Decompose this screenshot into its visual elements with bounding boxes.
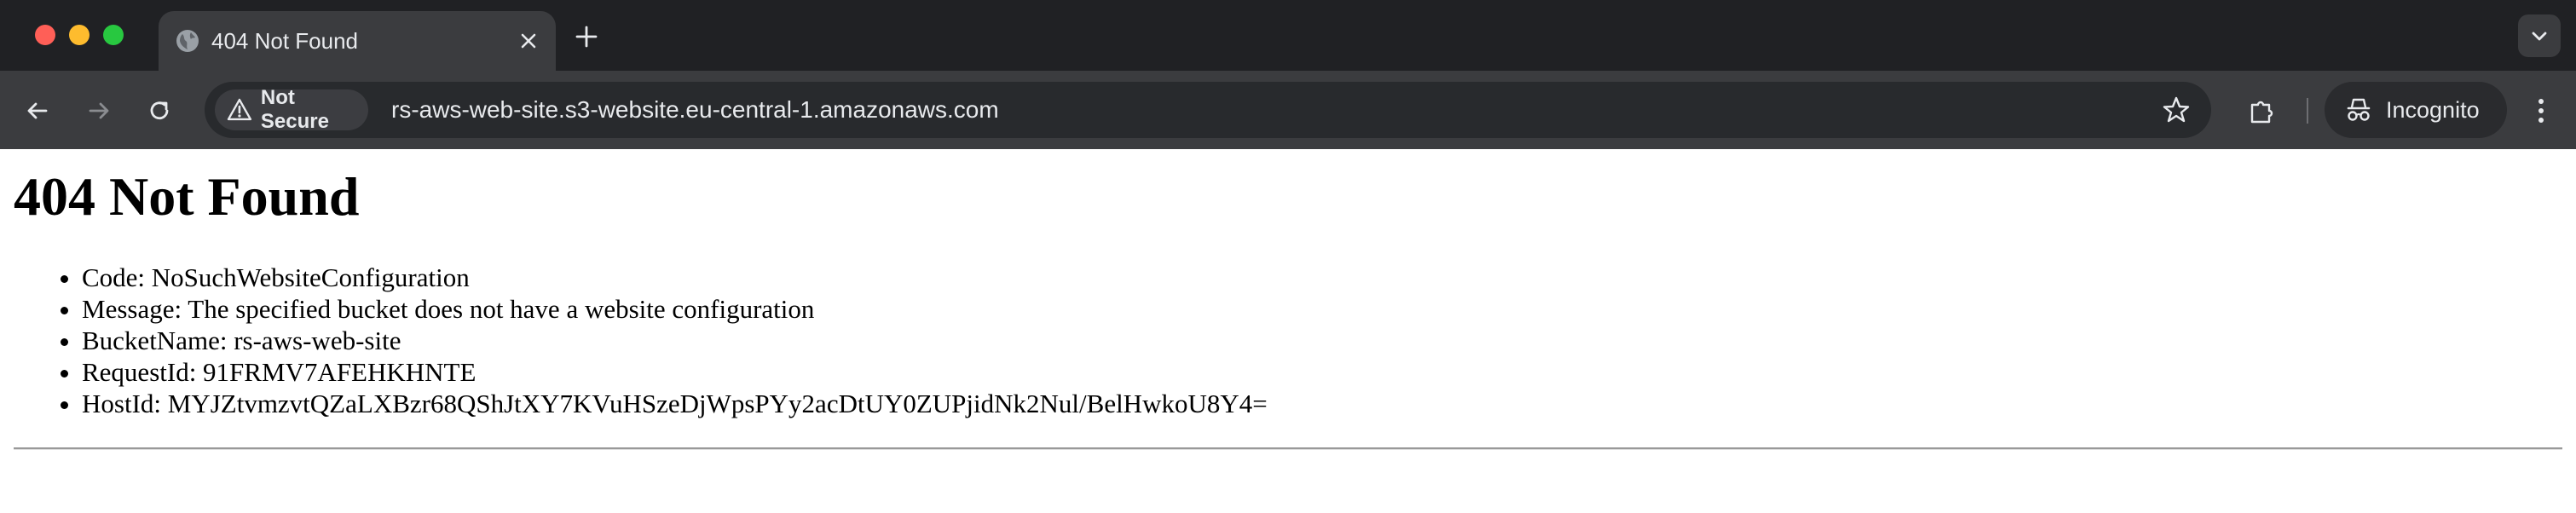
window-zoom-button[interactable] <box>103 25 124 45</box>
reload-icon <box>150 101 169 120</box>
error-bucket-name: BucketName: rs-aws-web-site <box>82 325 1268 356</box>
error-host-id: HostId: MYJZtvmzvtQZaLXBzr68QShJtXY7KVuH… <box>82 388 1268 419</box>
close-icon <box>521 33 536 49</box>
star-icon <box>2163 96 2190 123</box>
page-content: 404 Not Found Code: NoSuchWebsiteConfigu… <box>0 149 2576 513</box>
puzzle-icon <box>2250 101 2273 124</box>
extensions-button[interactable] <box>2242 91 2281 130</box>
toolbar: Not Secure rs-aws-web-site.s3-website.eu… <box>0 71 2576 149</box>
tab-close-button[interactable] <box>513 26 544 56</box>
window-minimize-button[interactable] <box>69 25 90 45</box>
security-indicator[interactable]: Not Secure <box>215 86 368 133</box>
reload-button[interactable] <box>140 91 179 130</box>
chevron-down-icon <box>2532 32 2547 41</box>
horizontal-rule <box>14 447 2562 450</box>
error-details-list: Code: NoSuchWebsiteConfiguration Message… <box>82 262 1268 419</box>
browser-chrome: 404 Not Found Not Secure rs-aws-web-site… <box>0 0 2576 149</box>
back-button[interactable] <box>18 91 57 130</box>
warning-icon <box>227 98 252 121</box>
tab-title: 404 Not Found <box>211 28 359 54</box>
arrow-right-icon <box>89 102 109 119</box>
tab-strip: 404 Not Found <box>0 0 2576 71</box>
incognito-button[interactable]: Incognito <box>2325 82 2507 138</box>
plus-icon <box>575 26 598 48</box>
incognito-icon <box>2347 98 2371 121</box>
arrow-left-icon <box>27 102 48 119</box>
new-tab-button[interactable] <box>569 20 604 54</box>
globe-icon <box>176 30 199 52</box>
url-text[interactable]: rs-aws-web-site.s3-website.eu-central-1.… <box>391 95 999 125</box>
error-request-id: RequestId: 91FRMV7AFEHKHNTE <box>82 356 1268 388</box>
tab-active[interactable]: 404 Not Found <box>159 11 556 71</box>
error-message: Message: The specified bucket does not h… <box>82 293 1268 325</box>
forward-button[interactable] <box>79 91 118 130</box>
more-vertical-icon <box>2538 99 2544 123</box>
bookmark-button[interactable] <box>2160 94 2192 126</box>
browser-menu-button[interactable] <box>2521 91 2561 130</box>
tab-search-button[interactable] <box>2518 14 2561 57</box>
page-title: 404 Not Found <box>14 166 360 227</box>
incognito-label: Incognito <box>2386 96 2480 123</box>
toolbar-separator <box>2307 98 2308 124</box>
error-code: Code: NoSuchWebsiteConfiguration <box>82 262 1268 293</box>
address-bar[interactable]: Not Secure rs-aws-web-site.s3-website.eu… <box>205 82 2211 138</box>
window-close-button[interactable] <box>35 25 55 45</box>
security-label: Not Secure <box>260 86 329 133</box>
